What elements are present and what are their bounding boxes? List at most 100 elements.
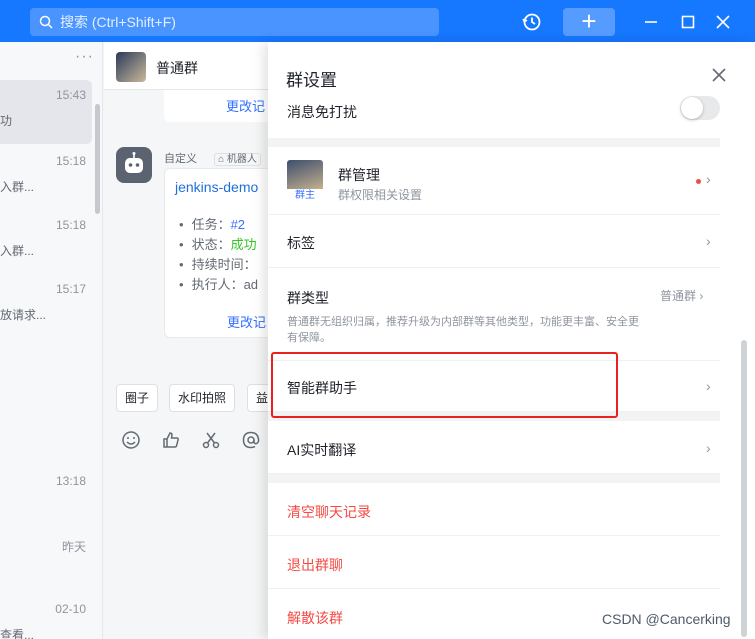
chevron-right-icon: › [706,171,711,187]
status-value: 成功 [230,237,257,252]
change-log-link[interactable]: 更改记 [226,96,265,115]
search-input[interactable]: 搜索 (Ctrl+Shift+F) [30,8,439,36]
search-icon [39,15,53,29]
mention-icon[interactable] [241,430,261,450]
conversation-item[interactable]: 13:18 [0,466,92,530]
list-item: 任务：#2 [179,214,258,234]
bot-avatar[interactable] [116,147,152,183]
dissolve-group-button[interactable]: 解散该群 [287,608,343,628]
message-meta: 自定义 ⌂ 机器人 [164,150,261,166]
chevron-right-icon: › [706,378,711,394]
quick-chip[interactable]: 水印拍照 [169,384,236,412]
change-log-link[interactable]: 更改记 [227,312,266,331]
emoji-icon[interactable] [121,430,141,450]
history-icon[interactable] [522,12,542,32]
conversation-time: 02-10 [55,602,86,616]
ai-translate-row[interactable]: AI实时翻译 › [268,421,720,474]
conversation-time: 13:18 [55,474,86,488]
owner-badge: 群主 [287,189,323,202]
executor-value: ad [243,277,259,292]
do-not-disturb-toggle[interactable] [680,96,720,120]
chevron-right-icon: › [699,289,704,303]
conversation-item[interactable]: 15:18 入群... [0,146,92,210]
window-close-icon[interactable] [715,12,731,32]
conversation-snippet: 查看... [0,628,35,639]
card-details: 任务：#2 状态：成功 持续时间： 执行人：ad [179,214,258,294]
clear-history-button[interactable]: 清空聊天记录 [287,502,371,522]
leave-group-row[interactable]: 退出群聊 [268,536,720,589]
group-type-value: 普通群 › [660,287,703,304]
group-name[interactable]: 普通群 [156,58,198,78]
task-value[interactable]: #2 [231,217,245,232]
executor-label: 执行人： [191,277,244,292]
list-item: 执行人：ad [179,274,258,294]
chat-header: 普通群 [104,42,268,90]
group-settings-panel: 群设置 消息免打扰 群管理 › 群主 群权限相关设置 标签 › 群类型 普通群 … [268,42,755,639]
title-bar: 搜索 (Ctrl+Shift+F) + [0,0,755,42]
conversation-snippet: 功 [0,114,13,128]
group-management-label: 群管理 [338,167,380,183]
group-avatar-image: 群主 [287,160,323,202]
status-label: 状态： [191,237,231,252]
conversation-item[interactable]: 02-10 查看... [0,594,92,639]
task-label: 任务： [191,217,231,232]
list-item: 持续时间： [179,254,258,274]
section-divider [268,474,720,483]
tags-label: 标签 [287,235,315,251]
message-card: 更改记 [164,90,268,122]
card-title[interactable]: jenkins-demo [175,179,258,195]
close-icon[interactable] [711,67,727,83]
conversation-snippet: 入群... [0,180,35,194]
group-management-row[interactable]: 群管理 › [268,147,720,215]
leave-group-button[interactable]: 退出群聊 [287,555,343,575]
jenkins-card: jenkins-demo 任务：#2 状态：成功 持续时间： 执行人：ad 更改… [164,168,268,338]
scissors-icon[interactable] [201,430,221,450]
notification-dot [696,179,701,184]
chevron-right-icon: › [706,440,711,456]
panel-title: 群设置 [286,71,337,90]
thumbs-up-icon[interactable] [161,430,181,450]
conversation-list: ··· 15:43 功 15:18 入群... 15:18 入群... 15:1… [0,42,103,639]
chevron-right-icon: › [706,233,711,249]
quick-chip[interactable]: 圈子 [116,384,159,412]
do-not-disturb-row: 消息免打扰 [268,96,720,138]
add-button[interactable]: + [563,8,615,36]
group-avatar[interactable] [116,52,146,82]
robot-icon [125,152,143,173]
panel-scrollbar[interactable] [741,340,747,637]
more-icon[interactable]: ··· [75,48,94,66]
duration-label: 持续时间： [191,257,257,272]
sender-tag-text: 机器人 [226,154,257,165]
sender-name: 自定义 [164,153,197,165]
conversation-time: 15:18 [55,218,86,232]
chat-area: 普通群 更改记 自定义 ⌂ 机器人 jenkins-demo 任务：#2 状态：… [104,42,268,639]
quick-chip[interactable]: 益 [247,384,268,412]
search-placeholder: 搜索 (Ctrl+Shift+F) [60,14,176,30]
maximize-icon[interactable] [680,12,696,32]
list-item: 状态：成功 [179,234,258,254]
sender-tag: ⌂ 机器人 [214,153,261,166]
tags-row[interactable]: 标签 › [268,215,720,268]
do-not-disturb-label: 消息免打扰 [287,104,357,120]
highlight-box [271,352,618,418]
watermark: CSDN @Cancerking [602,611,731,627]
conversation-time: 昨天 [61,540,86,554]
conversation-snippet: 放请求... [0,308,47,322]
conversation-time: 15:17 [55,282,86,296]
group-management-sub: 群权限相关设置 [338,188,423,202]
conversation-scrollbar[interactable] [95,104,100,214]
group-type-value-text: 普通群 [660,289,697,303]
group-type-description: 普通群无组织归属，推荐升级为内部群等其他类型，功能更丰富、安全更有保障。 [287,316,639,344]
conversation-item[interactable]: 昨天 [0,530,92,594]
conversation-time: 15:18 [55,154,86,168]
conversation-item[interactable]: 15:18 入群... [0,210,92,274]
conversation-time: 15:43 [55,88,86,102]
minimize-icon[interactable] [643,12,659,32]
ai-translate-label: AI实时翻译 [287,442,357,458]
clear-history-row[interactable]: 清空聊天记录 [268,483,720,536]
section-divider [268,138,720,147]
group-type-label: 群类型 [287,290,329,306]
conversation-item[interactable]: 15:17 放请求... [0,274,92,338]
conversation-item[interactable]: 15:43 功 [0,80,92,144]
conversation-snippet: 入群... [0,244,35,258]
